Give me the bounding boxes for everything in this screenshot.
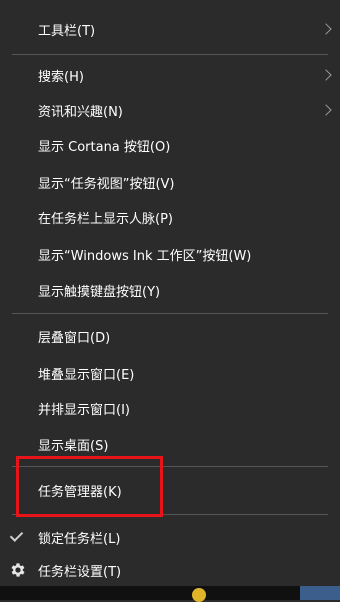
menu-item-label: 在任务栏上显示人脉(P): [38, 211, 173, 227]
menu-item-show-task-view-button[interactable]: 显示“任务视图”按钮(V): [0, 164, 340, 200]
menu-item-label: 显示“任务视图”按钮(V): [38, 176, 175, 192]
taskbar: [0, 586, 340, 602]
menu-item-label: 工具栏(T): [38, 23, 96, 39]
gear-icon: [11, 563, 25, 577]
menu-item-label: 任务栏设置(T): [38, 564, 122, 580]
menu-item-label: 任务管理器(K): [38, 484, 122, 500]
menu-item-label: 并排显示窗口(I): [38, 402, 130, 418]
menu-item-toolbars[interactable]: 工具栏(T): [0, 11, 340, 47]
menu-item-show-desktop[interactable]: 显示桌面(S): [0, 426, 340, 462]
menu-item-show-people[interactable]: 在任务栏上显示人脉(P): [0, 199, 340, 235]
menu-item-taskbar-settings[interactable]: 任务栏设置(T): [0, 554, 340, 586]
menu-item-label: 层叠窗口(D): [38, 330, 111, 346]
chevron-right-icon: [320, 104, 332, 116]
menu-item-label: 显示桌面(S): [38, 438, 109, 454]
menu-item-task-manager[interactable]: 任务管理器(K): [0, 472, 340, 508]
menu-item-label: 显示 Cortana 按钮(O): [38, 139, 171, 155]
menu-separator: [12, 466, 328, 467]
chevron-right-icon: [320, 69, 332, 81]
menu-item-label: 显示触摸键盘按钮(Y): [38, 284, 161, 300]
menu-item-show-windows-ink-button[interactable]: 显示“Windows Ink 工作区”按钮(W): [0, 236, 340, 272]
menu-item-show-windows-stacked[interactable]: 堆叠显示窗口(E): [0, 355, 340, 391]
menu-item-lock-taskbar[interactable]: 锁定任务栏(L): [0, 519, 340, 555]
menu-item-search[interactable]: 搜索(H): [0, 57, 340, 93]
menu-item-label: 显示“Windows Ink 工作区”按钮(W): [38, 248, 252, 264]
chevron-right-icon: [320, 23, 332, 35]
menu-item-show-touch-keyboard-button[interactable]: 显示触摸键盘按钮(Y): [0, 272, 340, 308]
menu-separator: [12, 313, 328, 314]
menu-item-label: 搜索(H): [38, 69, 84, 85]
menu-item-label: 锁定任务栏(L): [38, 531, 121, 547]
taskbar-context-menu: 工具栏(T) 搜索(H) 资讯和兴趣(N) 显示 Cortana 按钮(O) 显…: [0, 0, 340, 586]
menu-item-label: 资讯和兴趣(N): [38, 104, 123, 120]
checkmark-icon: [9, 528, 24, 542]
menu-item-show-cortana-button[interactable]: 显示 Cortana 按钮(O): [0, 127, 340, 163]
menu-item-show-windows-side-by-side[interactable]: 并排显示窗口(I): [0, 390, 340, 426]
menu-separator: [12, 514, 328, 515]
menu-separator: [12, 54, 328, 55]
menu-item-cascade-windows[interactable]: 层叠窗口(D): [0, 318, 340, 354]
taskbar-tray-area[interactable]: [300, 586, 340, 600]
menu-item-label: 堆叠显示窗口(E): [38, 367, 135, 383]
menu-item-news-and-interests[interactable]: 资讯和兴趣(N): [0, 92, 340, 128]
